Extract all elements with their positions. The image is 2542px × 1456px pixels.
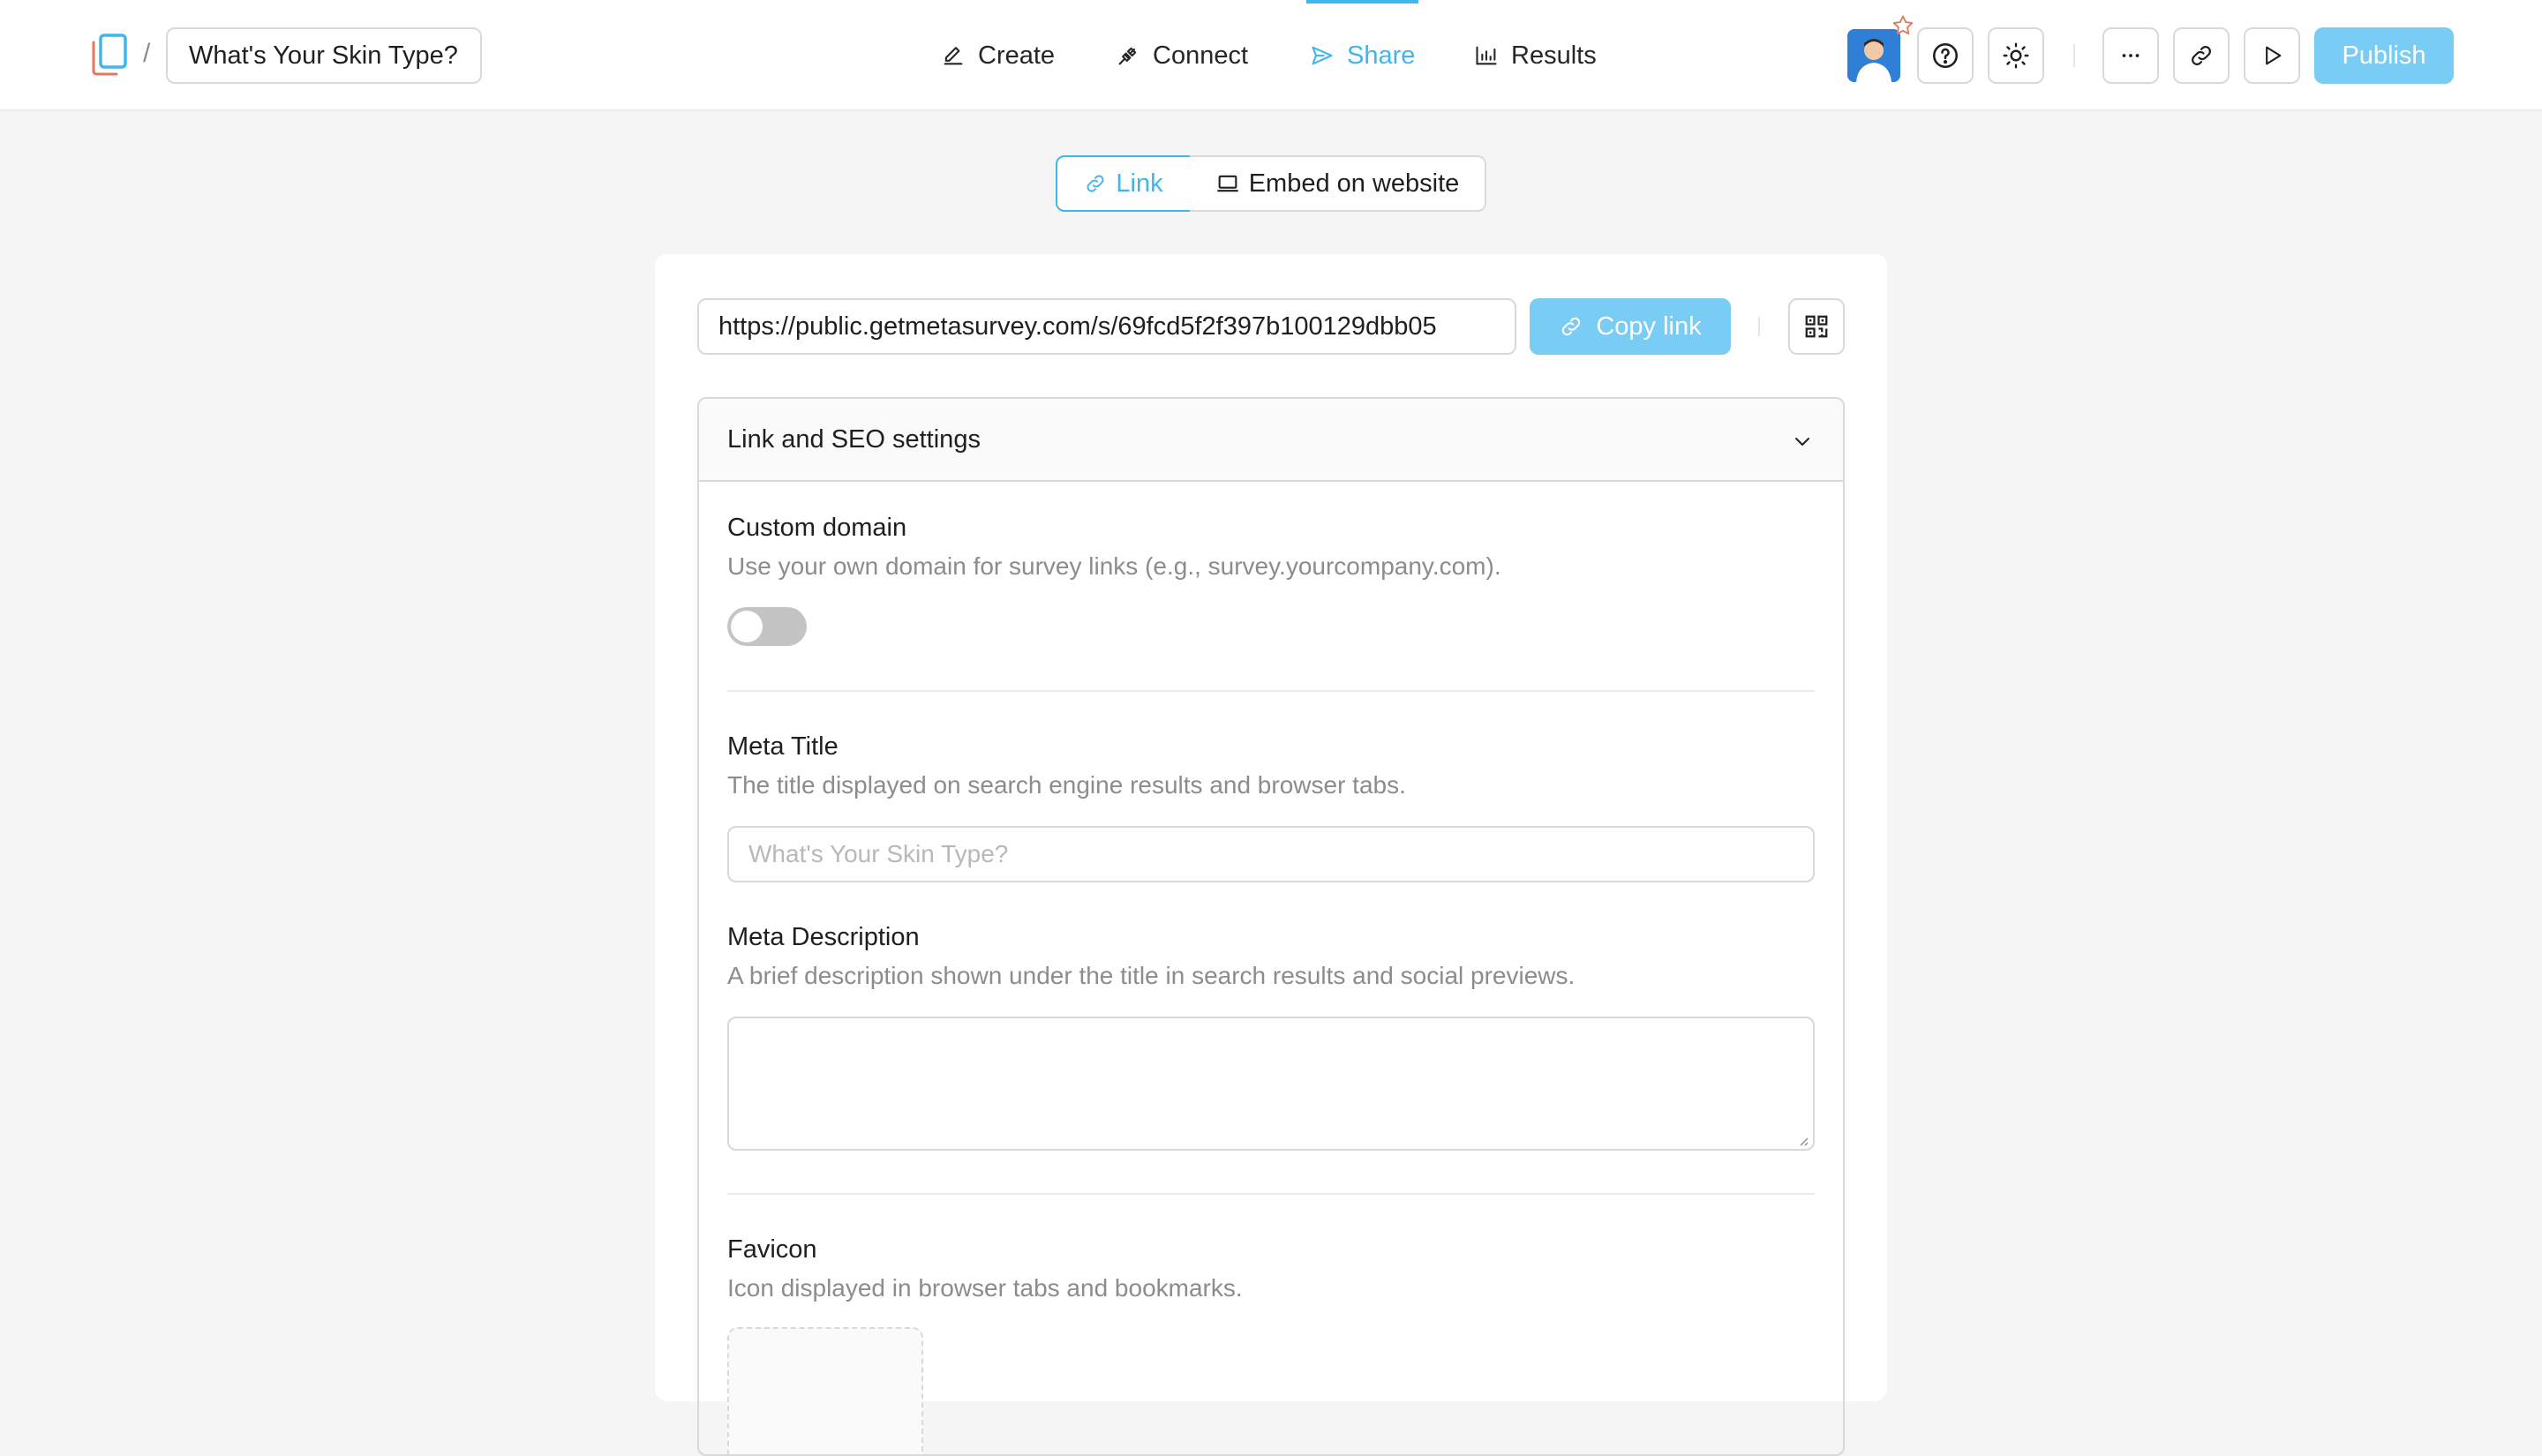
survey-url-input[interactable]: https://public.getmetasurvey.com/s/69fcd…: [697, 298, 1516, 355]
more-options-button[interactable]: [2102, 27, 2159, 84]
favicon-description: Icon displayed in browser tabs and bookm…: [727, 1274, 1243, 1302]
meta-description-textarea[interactable]: [727, 1017, 1815, 1151]
share-card: https://public.getmetasurvey.com/s/69fcd…: [655, 254, 1887, 1456]
tab-share[interactable]: Share: [1305, 0, 1419, 111]
link-icon: [2188, 42, 2215, 69]
qr-code-icon: [1803, 313, 1830, 340]
star-icon: [1891, 13, 1915, 38]
seo-settings-title: Link and SEO settings: [727, 425, 981, 454]
tab-create[interactable]: Create: [941, 0, 1055, 111]
toggle-knob: [731, 611, 763, 642]
copy-link-label: Copy link: [1596, 311, 1702, 341]
laptop-icon: [1215, 171, 1240, 196]
pencil-icon: [941, 43, 966, 68]
tab-embed-on-website[interactable]: Embed on website: [1190, 155, 1486, 212]
meta-title-description: The title displayed on search engine res…: [727, 771, 1406, 799]
help-icon: [1930, 41, 1960, 71]
resize-handle-icon[interactable]: [1795, 1133, 1809, 1147]
meta-title-label: Meta Title: [727, 732, 839, 761]
tab-results[interactable]: Results: [1474, 0, 1597, 111]
help-button[interactable]: [1917, 27, 1974, 84]
ellipsis-icon: [2117, 42, 2144, 69]
header-divider: [2073, 44, 2075, 67]
breadcrumb-separator: /: [143, 39, 151, 68]
copy-link-button[interactable]: Copy link: [1530, 298, 1731, 355]
plug-icon: [1116, 43, 1140, 68]
meta-title-input[interactable]: What's Your Skin Type?: [727, 826, 1815, 882]
link-icon: [1559, 314, 1583, 339]
bar-chart-icon: [1474, 43, 1499, 68]
survey-title-input[interactable]: What's Your Skin Type?: [166, 27, 482, 84]
seo-settings-panel: Link and SEO settings Custom domain Use …: [697, 397, 1845, 1456]
favicon-upload[interactable]: [727, 1327, 923, 1454]
section-divider: [727, 1193, 1815, 1195]
tab-embed-label: Embed on website: [1248, 169, 1460, 198]
chevron-down-icon: [1792, 431, 1813, 452]
sun-icon: [2002, 41, 2030, 70]
custom-domain-label: Custom domain: [727, 514, 907, 542]
url-divider: [1758, 317, 1760, 336]
custom-domain-description: Use your own domain for survey links (e.…: [727, 552, 1501, 580]
link-icon: [1084, 172, 1107, 195]
theme-toggle-button[interactable]: [1988, 27, 2044, 84]
custom-domain-toggle[interactable]: [727, 607, 807, 646]
copy-link-header-button[interactable]: [2173, 27, 2230, 84]
meta-description-label: Meta Description: [727, 923, 920, 951]
tab-link[interactable]: Link: [1056, 155, 1192, 212]
section-divider: [727, 690, 1815, 692]
tab-link-label: Link: [1116, 169, 1163, 198]
tab-connect-label: Connect: [1153, 41, 1249, 70]
publish-button[interactable]: Publish: [2314, 27, 2454, 84]
send-icon: [1310, 43, 1335, 68]
favicon-label: Favicon: [727, 1235, 817, 1264]
tab-results-label: Results: [1511, 41, 1597, 70]
tab-create-label: Create: [978, 41, 1056, 70]
seo-settings-header[interactable]: Link and SEO settings: [699, 399, 1843, 482]
play-icon: [2260, 43, 2284, 68]
qr-code-button[interactable]: [1788, 298, 1845, 355]
app-logo-icon[interactable]: [86, 32, 132, 78]
top-header: / What's Your Skin Type? Create Connect …: [0, 0, 2542, 111]
tab-connect[interactable]: Connect: [1116, 0, 1248, 111]
tab-share-label: Share: [1347, 41, 1416, 70]
meta-description-help: A brief description shown under the titl…: [727, 962, 1576, 989]
preview-button[interactable]: [2244, 27, 2300, 84]
